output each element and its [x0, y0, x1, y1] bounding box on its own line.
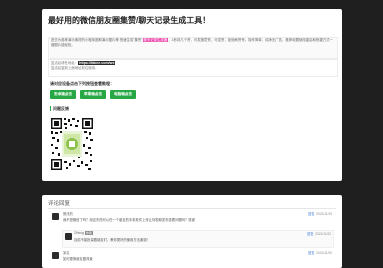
avatar	[65, 233, 72, 240]
comment-meta: 回复 2021/11/22	[307, 231, 331, 236]
divider	[48, 208, 336, 209]
intro-box: 进去为各种演示素材的小程序图和演示图片等.快速生成"集赞"聊天记录生成器，1秒钟…	[48, 37, 338, 59]
comment-text: 目前不能批量跟朋友们，教你更好的使用方法谢谢！	[74, 238, 150, 242]
comment-username: ZHeng	[74, 231, 84, 235]
reply-link[interactable]: 回复	[307, 232, 313, 236]
comment-reply-item: ZHeng 作者 目前不能批量跟朋友们，教你更好的使用方法谢谢！ 回复 2021/…	[62, 230, 334, 248]
avatar	[52, 213, 59, 220]
comments-title: 评论回复	[48, 201, 71, 207]
comment-meta: 回复 2021/11/19	[308, 211, 332, 216]
reply-link[interactable]: 回复	[308, 212, 314, 216]
comment-item: 搁浅的 我不是微信了吗？用这东西可以在一个朋友的手机软件上传让你视频发布查看问题…	[52, 211, 332, 227]
pc-tutorial-button[interactable]: 电脑端点击	[110, 90, 136, 99]
comment-user: ZHeng 作者	[74, 231, 93, 235]
url-note: 复活后复制上面地址前往使用。	[51, 66, 99, 70]
comment-text: 如何更换朋友圈背景	[63, 257, 93, 261]
comment-text: 我不是微信了吗？用这东西可以在一个朋友的手机软件上传让你视频发布查看问题吗？感谢	[63, 218, 195, 222]
device-select-label: 请对应设备点击下列按钮查看教程：	[50, 81, 114, 86]
reply-link[interactable]: 回复	[308, 251, 314, 255]
comment-time: 2021/11/19	[316, 212, 332, 216]
url-prefix: 复活后请在地址：	[51, 61, 79, 65]
comments-card: 评论回复 搁浅的 我不是微信了吗？用这东西可以在一个朋友的手机软件上传让你视频发…	[42, 195, 342, 268]
intro-highlight: 聊天记录生成器	[142, 38, 169, 42]
comment-time: 2021/11/22	[315, 232, 331, 236]
comment-user: 某名	[63, 251, 70, 255]
author-badge: 作者	[84, 231, 93, 235]
comment-meta: 回复 2021/11/20	[308, 250, 332, 255]
comment-time: 2021/11/20	[316, 251, 332, 255]
feedback-section-title: 问题反馈	[50, 106, 69, 111]
url-box: 复活后请在地址：https://fakee.com/wx 复活后复制上面地址前往…	[48, 59, 338, 77]
intro-text-a: 进去为各种演示素材的小程序图和演示图片等.快速生成"集赞"	[51, 38, 143, 42]
qr-code-graphic	[50, 117, 94, 171]
avatar	[52, 252, 59, 259]
android-tutorial-button[interactable]: 安卓端点击	[50, 90, 76, 99]
comment-user: 搁浅的	[63, 212, 73, 216]
ios-tutorial-button[interactable]: 苹果端点击	[80, 90, 106, 99]
comment-item: 某名 如何更换朋友圈背景 回复 2021/11/20	[52, 250, 332, 266]
main-card: 最好用的微信朋友圈集赞/聊天记录生成工具！ 进去为各种演示素材的小程序图和演示图…	[42, 9, 342, 181]
site-url-link[interactable]: https://fakee.com/wx	[78, 61, 116, 65]
feedback-qr-code	[50, 117, 94, 171]
page-title: 最好用的微信朋友圈集赞/聊天记录生成工具！	[48, 16, 211, 25]
